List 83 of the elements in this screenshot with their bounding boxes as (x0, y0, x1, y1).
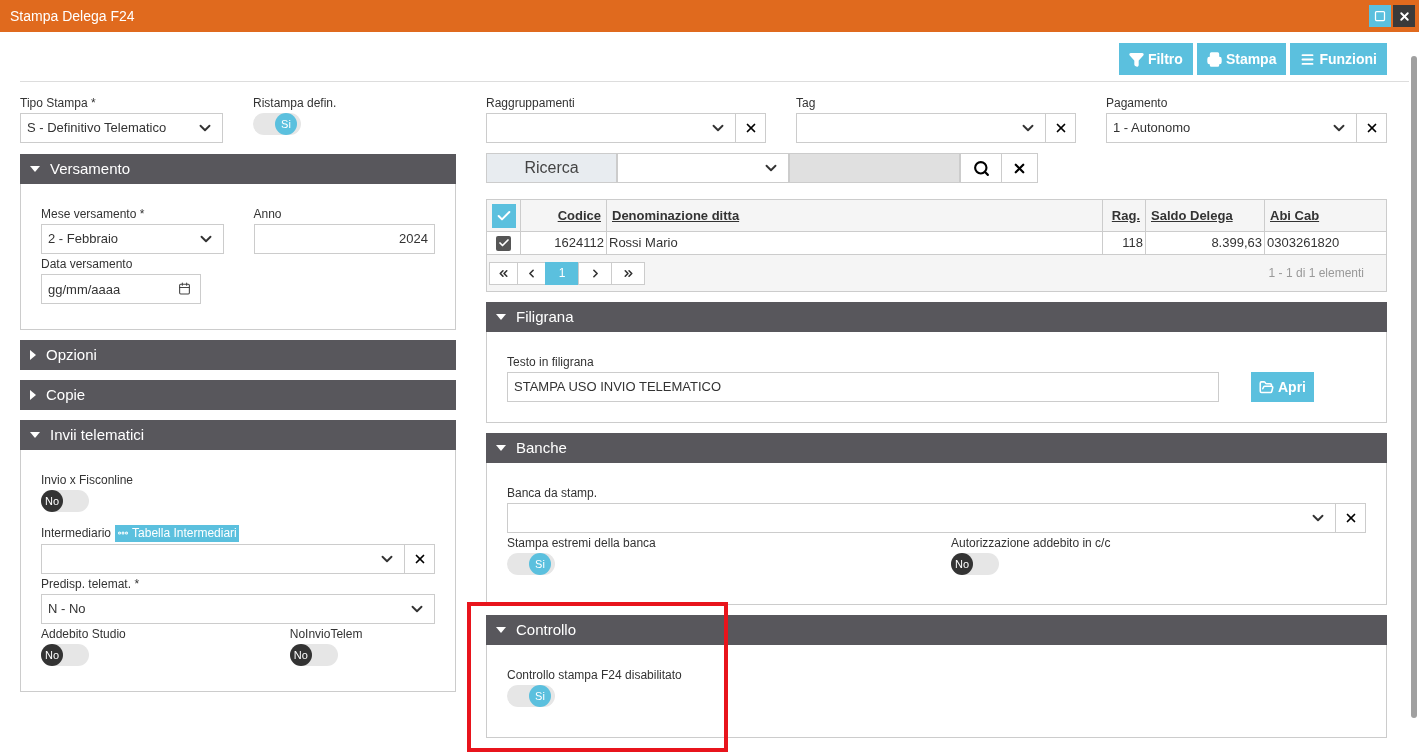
caret-down-icon (496, 445, 506, 451)
field-label: Tag (796, 95, 817, 111)
dropdown-field[interactable] (507, 503, 1336, 533)
dropdown-field[interactable]: 2 - Febbraio (41, 224, 224, 254)
filter-icon (1128, 51, 1144, 67)
field-label: Autorizzazione addebito in c/c (951, 535, 1111, 551)
pager-button[interactable] (611, 261, 645, 285)
menu-icon (1300, 51, 1316, 67)
section-header[interactable]: Versamento (20, 154, 456, 184)
field-label: Invio x Fisconline (41, 472, 135, 488)
pager-summary: 1 - 1 di 1 elementi (1268, 265, 1365, 282)
close-icon (1397, 9, 1411, 23)
check-icon (497, 237, 510, 249)
dropdown-field[interactable] (617, 153, 789, 183)
dropdown-field[interactable] (486, 113, 736, 143)
toggle-switch[interactable]: No (951, 553, 999, 575)
caret-down-icon (496, 627, 506, 633)
field-label: Tipo Stampa * (20, 95, 97, 111)
field-label: Banca da stamp. (507, 485, 599, 501)
column-header[interactable]: Codice (557, 205, 601, 226)
clear-button[interactable] (1357, 113, 1387, 143)
table-cell: 8.399,63 (1146, 232, 1265, 254)
close-button[interactable] (1393, 5, 1415, 27)
text-field[interactable]: STAMPA USO INVIO TELEMATICO (507, 372, 1219, 402)
caret-down-icon (30, 166, 40, 172)
window-title: Stampa Delega F24 (10, 6, 135, 26)
folder-icon (1259, 379, 1274, 395)
field-label: Testo in filigrana (507, 354, 595, 370)
calendar-icon (178, 282, 191, 295)
row-checkbox[interactable] (496, 235, 511, 251)
square-icon (1374, 10, 1386, 22)
toggle-switch[interactable]: No (41, 490, 89, 512)
clear-button[interactable] (405, 544, 435, 574)
caret-right-icon (30, 390, 36, 400)
search-field[interactable] (789, 153, 960, 183)
printer-icon (1206, 51, 1222, 67)
field-label: Data versamento (41, 256, 134, 272)
section-header[interactable]: Copie (20, 380, 456, 410)
column-header[interactable]: Rag. (1111, 205, 1140, 226)
field-label: Addebito Studio (41, 626, 126, 642)
caret-right-icon (30, 350, 36, 360)
field-label: Stampa estremi della banca (507, 535, 657, 551)
clear-button[interactable] (1002, 153, 1038, 183)
select-all-checkbox[interactable] (491, 203, 516, 228)
column-header[interactable]: Saldo Delega (1151, 205, 1233, 226)
dropdown-field[interactable]: S - Definitivo Telematico (20, 113, 223, 143)
dropdown-field[interactable]: 1 - Autonomo (1106, 113, 1357, 143)
field-label: Pagamento (1106, 95, 1169, 111)
table-cell: 118 (1103, 232, 1146, 254)
clear-button[interactable] (736, 113, 766, 143)
search-label: Ricerca (486, 153, 617, 183)
search-button[interactable] (960, 153, 1002, 183)
caret-down-icon (30, 432, 40, 438)
table-cell-text: 0303261820 (1266, 234, 1341, 253)
field-label: Intermediario (41, 525, 112, 542)
year-field[interactable]: 2024 (253, 224, 435, 254)
pager-button[interactable] (489, 261, 518, 285)
field-label: Mese versamento * (41, 206, 146, 222)
search-icon (972, 159, 990, 177)
toggle-switch[interactable]: No (41, 644, 89, 666)
section-header[interactable]: Filigrana (486, 302, 1387, 332)
section-header[interactable]: Opzioni (20, 340, 456, 370)
clear-button[interactable] (1046, 113, 1076, 143)
caret-down-icon (496, 314, 506, 320)
clear-button[interactable] (1336, 503, 1366, 533)
table-cell: 1624112 (521, 232, 607, 254)
field-label: Anno (253, 206, 283, 222)
field-label: NoInvioTelem (289, 626, 363, 642)
section-header[interactable]: Controllo (486, 615, 1387, 645)
toggle-switch[interactable]: No (289, 644, 338, 666)
dropdown-field[interactable] (41, 544, 405, 574)
column-header[interactable]: Abi Cab (1270, 205, 1320, 226)
field-label: Controllo stampa F24 disabilitato (507, 667, 683, 683)
date-field[interactable]: gg/mm/aaaa (41, 274, 201, 304)
field-label: Ristampa defin. (253, 95, 337, 111)
section-header[interactable]: Banche (486, 433, 1387, 463)
dropdown-field[interactable]: N - No (41, 594, 435, 624)
column-header[interactable]: Denominazione ditta (612, 205, 740, 226)
field-label: Raggruppamenti (486, 95, 576, 111)
section-header[interactable]: Invii telematici (20, 420, 456, 450)
field-label: Predisp. telemat. * (41, 576, 141, 592)
dropdown-field[interactable] (796, 113, 1046, 143)
table-cell: Rossi Mario (607, 232, 1103, 254)
